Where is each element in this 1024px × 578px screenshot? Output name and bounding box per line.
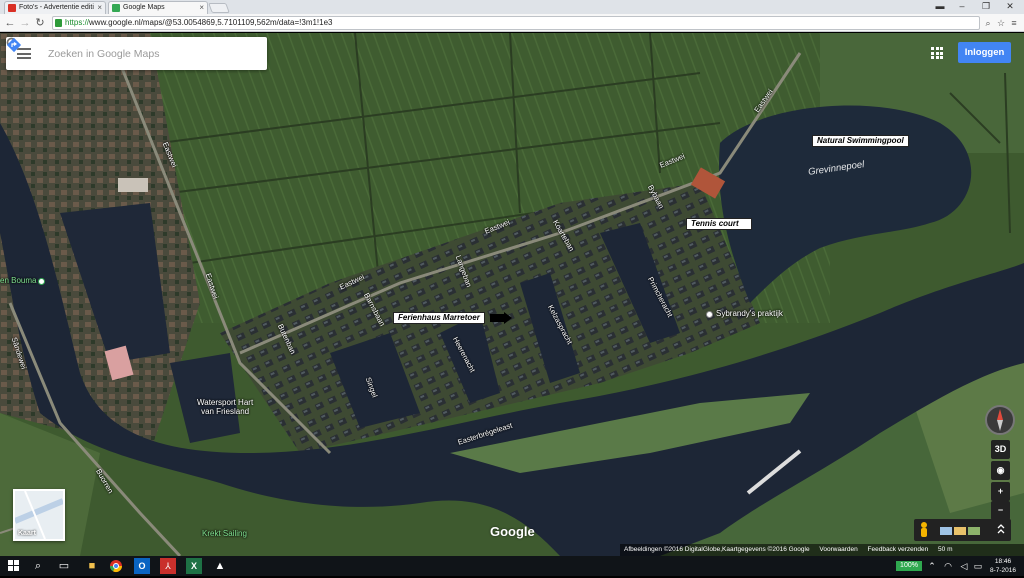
tab-title: Google Maps — [123, 4, 165, 11]
attribution-text: Afbeeldingen ©2016 DigitalGlobe,Kaartgeg… — [624, 546, 810, 553]
zoom-in-button[interactable]: + — [991, 482, 1010, 501]
acrobat-icon[interactable]: ⅄ — [160, 558, 176, 574]
outlook-icon[interactable]: O — [134, 558, 150, 574]
feedback-link[interactable]: Feedback verzenden — [868, 546, 929, 553]
excel-icon[interactable]: X — [186, 558, 202, 574]
forward-arrow-icon[interactable]: → — [18, 16, 32, 30]
search-icon[interactable]: ⌕ — [30, 558, 46, 574]
compass-icon[interactable] — [985, 405, 1015, 435]
tab-title: Foto's - Advertentie editi — [19, 4, 94, 11]
lock-icon — [55, 19, 62, 27]
maps-search-box — [6, 37, 267, 70]
user-profile-icon[interactable]: ▬ — [928, 0, 952, 12]
tab-favicon-icon — [112, 4, 120, 12]
network-icon[interactable]: ⌃ — [924, 558, 940, 574]
3d-button[interactable]: 3D — [991, 440, 1010, 459]
map-type-toggle[interactable]: Kaart — [13, 489, 65, 541]
directions-icon[interactable] — [6, 37, 22, 53]
zoom-out-button[interactable]: − — [991, 501, 1010, 520]
poi-label-sybrandy[interactable]: Sybrandy's praktijk — [716, 309, 783, 318]
terms-link[interactable]: Voorwaarden — [819, 546, 857, 553]
poi-marker-icon[interactable] — [706, 311, 713, 318]
zoom-icon[interactable]: ⌕ — [982, 16, 994, 30]
wifi-icon[interactable]: ◠ — [940, 558, 956, 574]
google-logo: Google — [490, 524, 535, 539]
tab-favicon-icon — [8, 4, 16, 12]
annotation-ferienhaus: Ferienhaus Marretoer — [393, 312, 485, 324]
annotation-tennis-court: Tennis court — [686, 218, 752, 230]
new-tab-button[interactable] — [208, 3, 230, 13]
maximize-button[interactable]: ❐ — [974, 0, 998, 12]
clock-time: 18:46 — [994, 558, 1012, 565]
satellite-map[interactable]: Inloggen Eastwei Eastwei Eastwei Eastwei… — [0, 33, 1024, 556]
taskbar-clock[interactable]: 18:46 8-7-2016 — [986, 557, 1020, 575]
tab-close-icon[interactable]: × — [97, 2, 102, 13]
tab-google-maps[interactable]: Google Maps × — [108, 1, 208, 14]
close-window-button[interactable]: ✕ — [998, 0, 1022, 12]
clock-date: 8-7-2016 — [989, 567, 1017, 574]
task-view-icon[interactable]: ▭ — [56, 558, 72, 574]
photo-thumb-icon[interactable] — [940, 527, 952, 535]
pegman-icon[interactable] — [921, 522, 927, 537]
photo-thumb-icon[interactable] — [968, 527, 980, 535]
my-location-icon[interactable]: ◉ — [991, 461, 1010, 480]
expand-icon[interactable] — [997, 524, 1005, 534]
back-arrow-icon[interactable]: ← — [3, 16, 17, 30]
poi-marker-icon[interactable] — [38, 278, 45, 285]
bookmark-star-icon[interactable]: ☆ — [995, 16, 1007, 30]
browser-tab-bar: Foto's - Advertentie editi × Google Maps… — [0, 0, 1024, 14]
pegman-bar — [914, 519, 1011, 541]
arrow-marker-icon — [490, 312, 512, 324]
menu-icon[interactable]: ≡ — [1008, 16, 1020, 30]
login-button[interactable]: Inloggen — [958, 42, 1011, 63]
chrome-icon[interactable] — [108, 558, 124, 574]
poi-label-krekt-sailing[interactable]: Krekt Sailing — [202, 529, 247, 538]
reload-icon[interactable]: ↻ — [33, 16, 47, 30]
attribution-bar: Afbeeldingen ©2016 DigitalGlobe,Kaartgeg… — [620, 544, 1024, 556]
url-scheme: https:// — [65, 18, 90, 27]
url-text: www.google.nl/maps/@53.0054869,5.7101109… — [89, 18, 333, 27]
annotation-natural-swimmingpool: Natural Swimmingpool — [812, 135, 909, 147]
taskbar: ⌕ ▭ ■ O ⅄ X ▲ 100% ⌃ ◠ ◁ ▭ 18:46 8-7-201… — [0, 556, 1024, 576]
url-field[interactable]: https://www.google.nl/maps/@53.0054869,5… — [52, 16, 980, 30]
file-explorer-icon[interactable]: ■ — [84, 558, 100, 574]
scale-label[interactable]: 50 m — [938, 546, 952, 553]
address-toolbar: ← → ↻ https://www.google.nl/maps/@53.005… — [0, 14, 1024, 32]
windows-start-icon[interactable] — [6, 558, 22, 574]
poi-label-watersport: Watersport Hart van Friesland — [197, 398, 254, 416]
satellite-imagery — [0, 33, 1024, 556]
tab-fotos[interactable]: Foto's - Advertentie editi × — [4, 1, 106, 14]
apps-grid-icon[interactable] — [931, 47, 943, 59]
poi-label-bouma[interactable]: en Bouma — [0, 276, 36, 285]
keyboard-icon[interactable]: ▭ — [970, 558, 986, 574]
minimize-button[interactable]: – — [950, 0, 974, 12]
search-input[interactable] — [48, 46, 198, 61]
photo-thumb-icon[interactable] — [954, 527, 966, 535]
battery-indicator[interactable]: 100% — [896, 561, 922, 571]
map-type-label: Kaart — [18, 530, 36, 537]
tab-close-icon[interactable]: × — [199, 2, 204, 13]
photos-icon[interactable]: ▲ — [212, 558, 228, 574]
